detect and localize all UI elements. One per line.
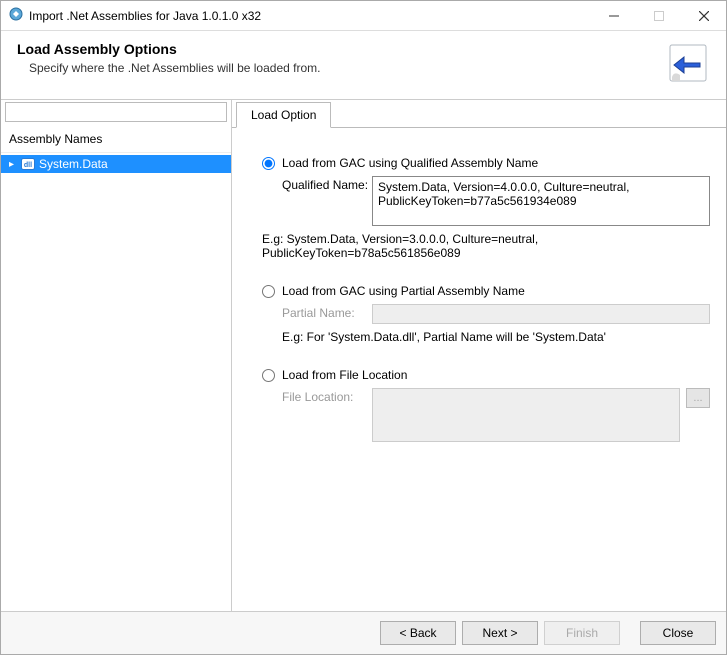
svg-text:dll: dll (24, 162, 32, 169)
back-button[interactable]: < Back (380, 621, 456, 645)
tree-item-label: System.Data (39, 157, 108, 171)
radio-partial[interactable] (262, 285, 275, 298)
assembly-tree[interactable]: ▸ dll System.Data (1, 153, 231, 611)
title-bar: Import .Net Assemblies for Java 1.0.1.0 … (1, 1, 726, 31)
assembly-names-label: Assembly Names (1, 126, 231, 153)
app-icon (9, 7, 23, 24)
page-title: Load Assembly Options (17, 41, 666, 57)
partial-name-label: Partial Name: (282, 304, 372, 320)
minimize-button[interactable] (591, 1, 636, 30)
content-area: Assembly Names ▸ dll System.Data Load Op… (1, 100, 726, 612)
partial-hint: E.g: For 'System.Data.dll', Partial Name… (282, 330, 710, 344)
qualified-name-input[interactable] (372, 176, 710, 226)
tree-item-system-data[interactable]: ▸ dll System.Data (1, 155, 231, 173)
qualified-hint: E.g: System.Data, Version=3.0.0.0, Cultu… (262, 232, 710, 260)
radio-qualified[interactable] (262, 157, 275, 170)
page-subtitle: Specify where the .Net Assemblies will b… (29, 61, 666, 75)
radio-partial-label[interactable]: Load from GAC using Partial Assembly Nam… (282, 284, 525, 298)
qualified-name-label: Qualified Name: (282, 176, 372, 192)
radio-qualified-label[interactable]: Load from GAC using Qualified Assembly N… (282, 156, 538, 170)
window-controls (591, 1, 726, 30)
radio-file-location-label[interactable]: Load from File Location (282, 368, 407, 382)
window-title: Import .Net Assemblies for Java 1.0.1.0 … (29, 9, 591, 23)
next-button[interactable]: Next > (462, 621, 538, 645)
tree-caret-icon[interactable]: ▸ (9, 159, 19, 170)
file-location-input (372, 388, 680, 442)
maximize-button[interactable] (636, 1, 681, 30)
wizard-icon (666, 41, 710, 85)
header-panel: Load Assembly Options Specify where the … (1, 31, 726, 100)
close-button[interactable]: Close (640, 621, 716, 645)
tab-body: Load from GAC using Qualified Assembly N… (232, 128, 726, 611)
radio-file-location[interactable] (262, 369, 275, 382)
search-input[interactable] (5, 102, 227, 122)
left-pane: Assembly Names ▸ dll System.Data (1, 100, 232, 611)
footer-bar: < Back Next > Finish Close (1, 612, 726, 654)
close-window-button[interactable] (681, 1, 726, 30)
tab-load-option[interactable]: Load Option (236, 102, 331, 128)
partial-name-input (372, 304, 710, 324)
right-pane: Load Option Load from GAC using Qualifie… (232, 100, 726, 611)
finish-button: Finish (544, 621, 620, 645)
browse-button: ... (686, 388, 710, 408)
tab-bar: Load Option (232, 100, 726, 128)
assembly-icon: dll (21, 158, 35, 170)
file-location-label: File Location: (282, 388, 372, 404)
